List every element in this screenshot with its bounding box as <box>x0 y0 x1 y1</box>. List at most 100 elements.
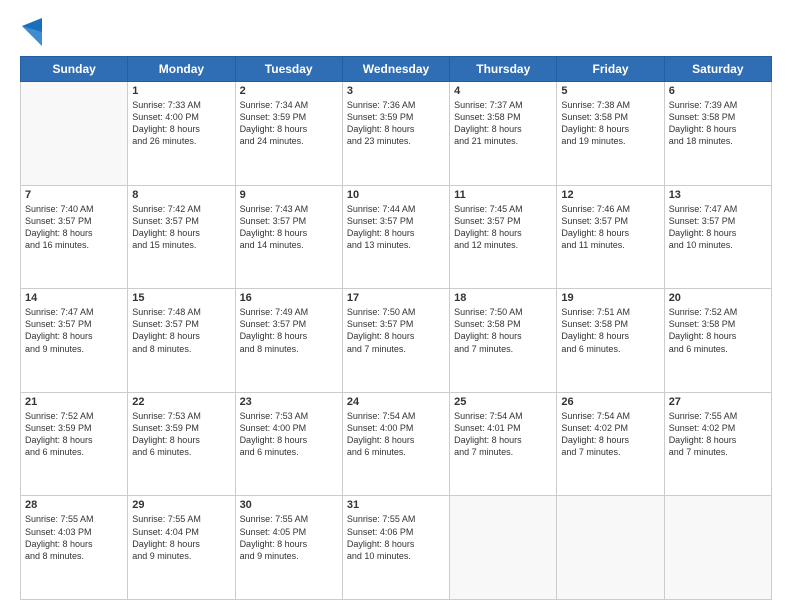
day-info: Sunrise: 7:50 AMSunset: 3:58 PMDaylight:… <box>454 306 552 355</box>
day-number: 2 <box>240 85 338 97</box>
calendar-cell: 27 Sunrise: 7:55 AMSunset: 4:02 PMDayligh… <box>664 392 771 496</box>
weekday-header: Sunday <box>21 57 128 82</box>
day-info: Sunrise: 7:54 AMSunset: 4:02 PMDaylight:… <box>561 410 659 459</box>
calendar-week-row: 28 Sunrise: 7:55 AMSunset: 4:03 PMDayligh… <box>21 496 772 600</box>
calendar-cell: 29 Sunrise: 7:55 AMSunset: 4:04 PMDayligh… <box>128 496 235 600</box>
day-number: 1 <box>132 85 230 97</box>
day-info: Sunrise: 7:39 AMSunset: 3:58 PMDaylight:… <box>669 99 767 148</box>
day-info: Sunrise: 7:52 AMSunset: 3:58 PMDaylight:… <box>669 306 767 355</box>
day-info: Sunrise: 7:52 AMSunset: 3:59 PMDaylight:… <box>25 410 123 459</box>
day-number: 7 <box>25 189 123 201</box>
calendar-cell <box>21 82 128 186</box>
day-info: Sunrise: 7:47 AMSunset: 3:57 PMDaylight:… <box>669 203 767 252</box>
calendar-cell: 19 Sunrise: 7:51 AMSunset: 3:58 PMDayligh… <box>557 289 664 393</box>
day-info: Sunrise: 7:54 AMSunset: 4:00 PMDaylight:… <box>347 410 445 459</box>
day-number: 19 <box>561 292 659 304</box>
calendar-cell: 14 Sunrise: 7:47 AMSunset: 3:57 PMDayligh… <box>21 289 128 393</box>
day-info: Sunrise: 7:55 AMSunset: 4:04 PMDaylight:… <box>132 513 230 562</box>
day-number: 31 <box>347 499 445 511</box>
page: SundayMondayTuesdayWednesdayThursdayFrid… <box>0 0 792 612</box>
calendar-cell <box>450 496 557 600</box>
day-number: 17 <box>347 292 445 304</box>
day-number: 23 <box>240 396 338 408</box>
day-number: 28 <box>25 499 123 511</box>
calendar-cell: 9 Sunrise: 7:43 AMSunset: 3:57 PMDaylight… <box>235 185 342 289</box>
day-info: Sunrise: 7:33 AMSunset: 4:00 PMDaylight:… <box>132 99 230 148</box>
calendar-cell: 16Sunrise: 7:49 AMSunset: 3:57 PMDayligh… <box>235 289 342 393</box>
calendar-cell: 21 Sunrise: 7:52 AMSunset: 3:59 PMDayligh… <box>21 392 128 496</box>
calendar-week-row: 1 Sunrise: 7:33 AMSunset: 4:00 PMDaylight… <box>21 82 772 186</box>
calendar-cell: 12 Sunrise: 7:46 AMSunset: 3:57 PMDayligh… <box>557 185 664 289</box>
calendar-table: SundayMondayTuesdayWednesdayThursdayFrid… <box>20 56 772 600</box>
day-number: 3 <box>347 85 445 97</box>
day-number: 30 <box>240 499 338 511</box>
day-number: 24 <box>347 396 445 408</box>
calendar-cell: 18 Sunrise: 7:50 AMSunset: 3:58 PMDayligh… <box>450 289 557 393</box>
day-number: 9 <box>240 189 338 201</box>
day-info: Sunrise: 7:37 AMSunset: 3:58 PMDaylight:… <box>454 99 552 148</box>
day-info: Sunrise: 7:38 AMSunset: 3:58 PMDaylight:… <box>561 99 659 148</box>
day-number: 4 <box>454 85 552 97</box>
day-info: Sunrise: 7:36 AMSunset: 3:59 PMDaylight:… <box>347 99 445 148</box>
calendar-cell: 15 Sunrise: 7:48 AMSunset: 3:57 PMDayligh… <box>128 289 235 393</box>
calendar-cell: 4 Sunrise: 7:37 AMSunset: 3:58 PMDaylight… <box>450 82 557 186</box>
day-number: 29 <box>132 499 230 511</box>
day-number: 14 <box>25 292 123 304</box>
day-number: 10 <box>347 189 445 201</box>
day-number: 12 <box>561 189 659 201</box>
day-info: Sunrise: 7:49 AMSunset: 3:57 PMDaylight:… <box>240 306 338 355</box>
weekday-header: Saturday <box>664 57 771 82</box>
weekday-header: Tuesday <box>235 57 342 82</box>
day-number: 21 <box>25 396 123 408</box>
day-number: 22 <box>132 396 230 408</box>
calendar-cell: 26Sunrise: 7:54 AMSunset: 4:02 PMDayligh… <box>557 392 664 496</box>
calendar-cell: 22 Sunrise: 7:53 AMSunset: 3:59 PMDayligh… <box>128 392 235 496</box>
day-info: Sunrise: 7:55 AMSunset: 4:02 PMDaylight:… <box>669 410 767 459</box>
day-info: Sunrise: 7:44 AMSunset: 3:57 PMDaylight:… <box>347 203 445 252</box>
day-info: Sunrise: 7:45 AMSunset: 3:57 PMDaylight:… <box>454 203 552 252</box>
calendar-week-row: 21 Sunrise: 7:52 AMSunset: 3:59 PMDayligh… <box>21 392 772 496</box>
logo-icon <box>22 18 42 46</box>
day-info: Sunrise: 7:53 AMSunset: 4:00 PMDaylight:… <box>240 410 338 459</box>
day-info: Sunrise: 7:53 AMSunset: 3:59 PMDaylight:… <box>132 410 230 459</box>
day-number: 18 <box>454 292 552 304</box>
calendar-week-row: 7Sunrise: 7:40 AMSunset: 3:57 PMDaylight… <box>21 185 772 289</box>
calendar-cell: 24 Sunrise: 7:54 AMSunset: 4:00 PMDayligh… <box>342 392 449 496</box>
calendar-cell: 7Sunrise: 7:40 AMSunset: 3:57 PMDaylight… <box>21 185 128 289</box>
calendar-cell: 31 Sunrise: 7:55 AMSunset: 4:06 PMDayligh… <box>342 496 449 600</box>
day-info: Sunrise: 7:50 AMSunset: 3:57 PMDaylight:… <box>347 306 445 355</box>
calendar-cell: 20 Sunrise: 7:52 AMSunset: 3:58 PMDayligh… <box>664 289 771 393</box>
calendar-cell: 10 Sunrise: 7:44 AMSunset: 3:57 PMDayligh… <box>342 185 449 289</box>
day-info: Sunrise: 7:48 AMSunset: 3:57 PMDaylight:… <box>132 306 230 355</box>
day-info: Sunrise: 7:55 AMSunset: 4:06 PMDaylight:… <box>347 513 445 562</box>
day-info: Sunrise: 7:55 AMSunset: 4:05 PMDaylight:… <box>240 513 338 562</box>
calendar-cell: 17 Sunrise: 7:50 AMSunset: 3:57 PMDayligh… <box>342 289 449 393</box>
calendar-cell: 23 Sunrise: 7:53 AMSunset: 4:00 PMDayligh… <box>235 392 342 496</box>
calendar-cell: 13Sunrise: 7:47 AMSunset: 3:57 PMDayligh… <box>664 185 771 289</box>
day-info: Sunrise: 7:55 AMSunset: 4:03 PMDaylight:… <box>25 513 123 562</box>
day-info: Sunrise: 7:43 AMSunset: 3:57 PMDaylight:… <box>240 203 338 252</box>
day-info: Sunrise: 7:42 AMSunset: 3:57 PMDaylight:… <box>132 203 230 252</box>
day-number: 6 <box>669 85 767 97</box>
day-info: Sunrise: 7:47 AMSunset: 3:57 PMDaylight:… <box>25 306 123 355</box>
day-number: 11 <box>454 189 552 201</box>
calendar-cell: 25Sunrise: 7:54 AMSunset: 4:01 PMDayligh… <box>450 392 557 496</box>
day-number: 20 <box>669 292 767 304</box>
calendar-cell: 8Sunrise: 7:42 AMSunset: 3:57 PMDaylight… <box>128 185 235 289</box>
calendar-cell: 28 Sunrise: 7:55 AMSunset: 4:03 PMDayligh… <box>21 496 128 600</box>
weekday-header: Thursday <box>450 57 557 82</box>
day-number: 25 <box>454 396 552 408</box>
calendar-week-row: 14 Sunrise: 7:47 AMSunset: 3:57 PMDayligh… <box>21 289 772 393</box>
day-number: 5 <box>561 85 659 97</box>
calendar-cell: 5 Sunrise: 7:38 AMSunset: 3:58 PMDaylight… <box>557 82 664 186</box>
calendar-header-row: SundayMondayTuesdayWednesdayThursdayFrid… <box>21 57 772 82</box>
day-info: Sunrise: 7:46 AMSunset: 3:57 PMDaylight:… <box>561 203 659 252</box>
header <box>20 18 772 46</box>
calendar-cell: 2Sunrise: 7:34 AMSunset: 3:59 PMDaylight… <box>235 82 342 186</box>
day-number: 15 <box>132 292 230 304</box>
day-number: 27 <box>669 396 767 408</box>
day-info: Sunrise: 7:51 AMSunset: 3:58 PMDaylight:… <box>561 306 659 355</box>
calendar-cell: 6 Sunrise: 7:39 AMSunset: 3:58 PMDaylight… <box>664 82 771 186</box>
weekday-header: Wednesday <box>342 57 449 82</box>
calendar-cell: 30 Sunrise: 7:55 AMSunset: 4:05 PMDayligh… <box>235 496 342 600</box>
